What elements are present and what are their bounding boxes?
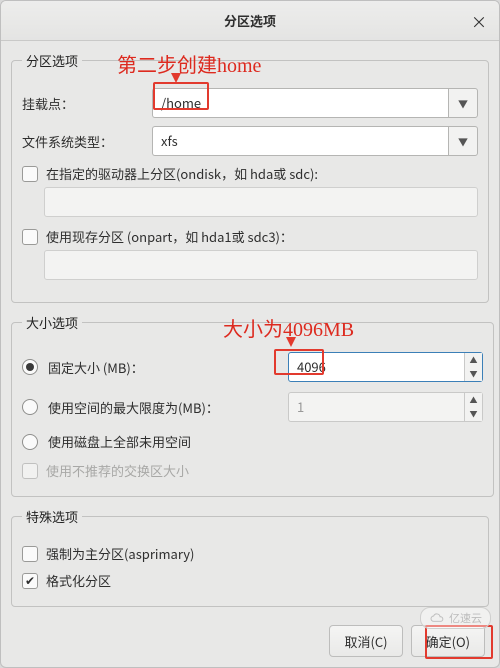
max-size-spin: 1 ▲ ▼ [288,392,483,422]
onpart-checkbox[interactable]: ✔ [22,229,38,245]
spin-up-icon[interactable]: ▲ [465,353,482,367]
close-icon[interactable]: × [469,11,489,31]
asprimary-label: 强制为主分区(asprimary) [46,544,194,563]
special-options-group: 特殊选项 ✔ 强制为主分区(asprimary) ✔ 格式化分区 [11,507,489,607]
max-size-radio[interactable] [22,399,38,415]
max-size-value: 1 [289,393,464,421]
fs-type-dropdown-icon[interactable]: ▼ [448,126,478,156]
mount-point-entry[interactable]: /home [152,88,448,118]
ondisk-checkbox[interactable]: ✔ [22,166,38,182]
watermark: 亿速云 [420,607,491,629]
ondisk-input[interactable] [44,187,478,217]
spin-down-icon[interactable]: ▼ [465,367,482,381]
fixed-size-radio[interactable] [22,359,38,375]
asprimary-checkbox[interactable]: ✔ [22,546,38,562]
mount-point-label: 挂载点： [22,94,152,113]
special-legend: 特殊选项 [22,507,82,526]
fs-type-entry[interactable]: xfs [152,126,448,156]
size-legend: 大小选项 [22,313,82,332]
fill-space-radio[interactable] [22,434,38,450]
mount-point-combo[interactable]: /home ▼ [152,88,478,118]
window-title: 分区选项 [224,11,276,30]
max-size-label: 使用空间的最大限度为(MB)： [48,398,278,417]
format-label: 格式化分区 [46,571,111,590]
swap-checkbox: ✔ [22,463,38,479]
ok-button[interactable]: 确定(O) [411,625,485,657]
fill-space-label: 使用磁盘上全部未用空间 [48,432,191,451]
onpart-input[interactable] [44,250,478,280]
ondisk-label: 在指定的驱动器上分区(ondisk，如 hda或 sdc): [46,164,318,183]
spin-down-icon: ▼ [465,407,482,421]
onpart-label: 使用现存分区 (onpart，如 hda1或 sdc3)： [46,227,293,246]
fixed-size-spin[interactable]: 4096 ▲ ▼ [288,352,483,382]
fs-type-label: 文件系统类型： [22,132,152,151]
swap-label: 使用不推荐的交换区大小 [46,461,189,480]
mount-point-dropdown-icon[interactable]: ▼ [448,88,478,118]
partition-options-group: 分区选项 挂载点： /home ▼ 文件系统类型： xfs ▼ ✔ 在指定的驱动… [11,51,489,303]
fs-type-combo[interactable]: xfs ▼ [152,126,478,156]
size-options-group: 大小选项 固定大小 (MB)： 4096 ▲ ▼ 使用空间的最大限度为(MB)：… [11,313,494,497]
titlebar: 分区选项 × [1,1,499,41]
watermark-text: 亿速云 [449,610,482,626]
fixed-size-value[interactable]: 4096 [289,353,464,381]
cloud-icon [429,613,445,623]
format-checkbox[interactable]: ✔ [22,573,38,589]
spin-up-icon: ▲ [465,393,482,407]
fixed-size-label: 固定大小 (MB)： [48,358,278,377]
partition-legend: 分区选项 [22,51,82,70]
cancel-button[interactable]: 取消(C) [329,625,402,657]
